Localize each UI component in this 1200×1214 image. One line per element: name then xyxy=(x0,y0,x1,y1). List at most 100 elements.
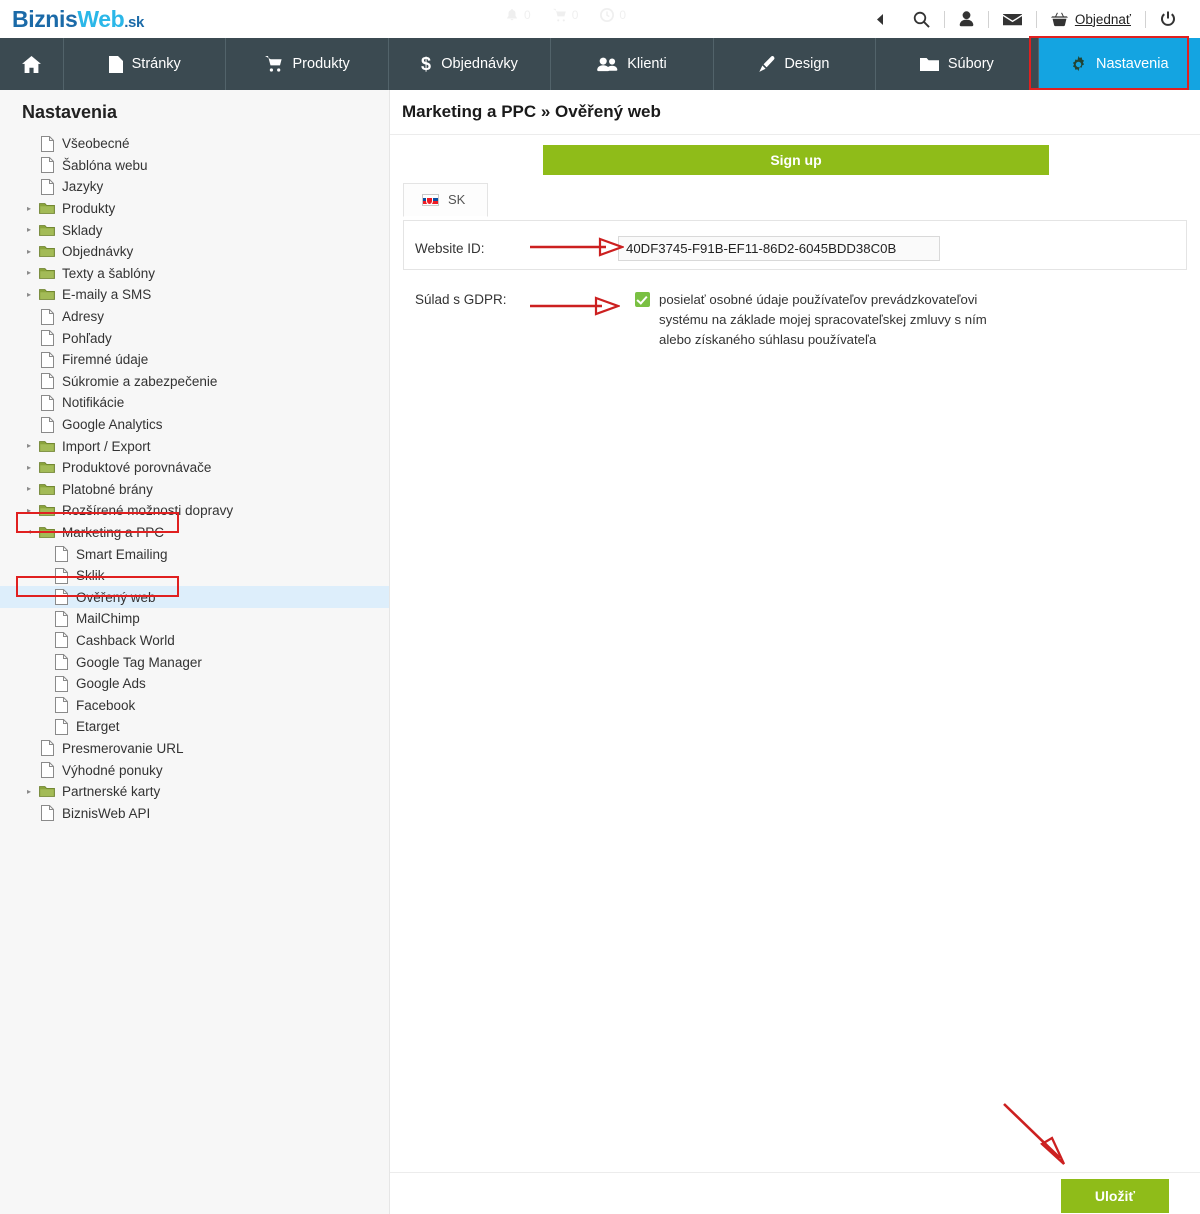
settings-sidebar: Nastavenia Všeobecné Šablóna webu Jazyky ▸ P… xyxy=(0,90,390,1214)
sidebar-item-firemn-daje[interactable]: Firemné údaje xyxy=(0,349,389,371)
sidebar-item-partnersk-karty[interactable]: ▸ Partnerské karty xyxy=(0,781,389,803)
sidebar-item-facebook[interactable]: Facebook xyxy=(0,694,389,716)
sidebar-item-marketing-a-ppc[interactable]: ◂ Marketing a PPC xyxy=(0,522,389,544)
brand-logo[interactable]: BiznisWeb.sk xyxy=(12,6,144,33)
gdpr-body: posielať osobné údaje používateľov prevá… xyxy=(618,290,1019,350)
sidebar-item-mailchimp[interactable]: MailChimp xyxy=(0,608,389,630)
sidebar-item-google-analytics[interactable]: Google Analytics xyxy=(0,414,389,436)
sidebar-item-cashback-world[interactable]: Cashback World xyxy=(0,630,389,652)
sidebar-item-abl-na-webu[interactable]: Šablóna webu xyxy=(0,155,389,177)
brand-logo-part1: Biznis xyxy=(12,5,78,32)
folder-icon xyxy=(36,288,58,301)
caret-right-icon[interactable]: ▸ xyxy=(22,485,36,493)
caret-down-icon[interactable]: ◂ xyxy=(22,528,36,536)
sidebar-item-biznisweb-api[interactable]: BiznisWeb API xyxy=(0,802,389,824)
sidebar-item-adresy[interactable]: Adresy xyxy=(0,306,389,328)
folder-icon xyxy=(36,504,58,517)
folder-icon xyxy=(36,224,58,237)
sidebar-item-sklik[interactable]: Sklik xyxy=(0,565,389,587)
sign-up-button[interactable]: Sign up xyxy=(543,145,1049,175)
sidebar-item-label: Google Tag Manager xyxy=(76,654,202,670)
bell-count: 0 xyxy=(524,8,531,22)
caret-right-icon[interactable]: ▸ xyxy=(22,506,36,515)
sidebar-item-label: Firemné údaje xyxy=(62,352,149,368)
caret-right-icon[interactable]: ▸ xyxy=(22,204,36,213)
sidebar-item-label: Produkty xyxy=(62,201,116,217)
search-icon[interactable] xyxy=(899,0,944,38)
nav-item-produkty[interactable]: Produkty xyxy=(226,38,389,90)
caret-right-icon[interactable]: ▸ xyxy=(22,463,36,472)
tab-sk[interactable]: SK xyxy=(403,183,489,217)
sidebar-item-label: BiznisWeb API xyxy=(62,805,151,821)
sidebar-item-sklady[interactable]: ▸ Sklady xyxy=(0,219,389,241)
sidebar-item-produktov-porovn-va-e[interactable]: ▸ Produktové porovnávače xyxy=(0,457,389,479)
file-icon xyxy=(36,308,58,325)
nav-label: Nastavenia xyxy=(1095,56,1169,72)
sidebar-item-v-eobecn[interactable]: Všeobecné xyxy=(0,133,389,155)
sidebar-item-roz-ren-mo-nosti-dopravy[interactable]: ▸ Rozšírené možnosti dopravy xyxy=(0,500,389,522)
nav-label: Produkty xyxy=(292,56,350,72)
brand-logo-part2: Web xyxy=(77,5,125,32)
sidebar-item-v-hodn-ponuky[interactable]: Výhodné ponuky xyxy=(0,759,389,781)
save-button[interactable]: Uložiť xyxy=(1061,1179,1169,1213)
sidebar-item-google-tag-manager[interactable]: Google Tag Manager xyxy=(0,651,389,673)
nav-item-stranky[interactable]: Stránky xyxy=(64,38,227,90)
sidebar-item-import-export[interactable]: ▸ Import / Export xyxy=(0,435,389,457)
file-icon xyxy=(36,178,58,195)
nav-item-klienti[interactable]: Klienti xyxy=(551,38,714,90)
sidebar-item-smart-emailing[interactable]: Smart Emailing xyxy=(0,543,389,565)
nav-item-objednavky[interactable]: $ Objednávky xyxy=(389,38,552,90)
sidebar-item-jazyky[interactable]: Jazyky xyxy=(0,176,389,198)
sidebar-item-e-maily-a-sms[interactable]: ▸ E-maily a SMS xyxy=(0,284,389,306)
sidebar-item-label: MailChimp xyxy=(76,611,140,627)
sidebar-item-ov-en-web[interactable]: Ověřený web xyxy=(0,586,389,609)
nav-label: Súbory xyxy=(947,56,994,72)
caret-right-icon[interactable]: ▸ xyxy=(22,290,36,299)
sidebar-item-platobn-br-ny[interactable]: ▸ Platobné brány xyxy=(0,479,389,501)
footer-divider xyxy=(390,1172,1200,1173)
sidebar-item-label: Etarget xyxy=(76,719,120,735)
file-icon xyxy=(36,762,58,779)
caret-right-icon[interactable]: ▸ xyxy=(22,226,36,234)
nav-label: Stránky xyxy=(131,56,181,72)
caret-right-icon[interactable]: ▸ xyxy=(22,247,36,256)
nav-item-nastavenia[interactable]: Nastavenia xyxy=(1038,38,1200,90)
title-divider xyxy=(390,134,1200,135)
cart-icon: 0 xyxy=(552,8,578,22)
sidebar-item-etarget[interactable]: Etarget xyxy=(0,716,389,738)
sidebar-title: Nastavenia xyxy=(22,102,118,122)
folder-icon xyxy=(36,483,58,496)
nav-item-home[interactable] xyxy=(0,38,64,90)
gdpr-checkbox[interactable] xyxy=(635,292,650,307)
file-icon xyxy=(50,697,72,714)
website-id-input[interactable] xyxy=(618,236,940,261)
sidebar-item-label: Smart Emailing xyxy=(76,546,168,562)
file-icon xyxy=(36,135,58,152)
power-icon[interactable] xyxy=(1146,0,1190,38)
sidebar-item-s-kromie-a-zabezpe-enie[interactable]: Súkromie a zabezpečenie xyxy=(0,371,389,393)
sidebar-item-produkty[interactable]: ▸ Produkty xyxy=(0,198,389,220)
sidebar-item-objedn-vky[interactable]: ▸ Objednávky xyxy=(0,241,389,263)
sidebar-item-notifik-cie[interactable]: Notifikácie xyxy=(0,392,389,414)
svg-text:$: $ xyxy=(421,55,431,73)
sidebar-item-label: Súkromie a zabezpečenie xyxy=(62,373,218,389)
collapse-panel-button[interactable] xyxy=(862,0,899,38)
order-button[interactable]: Objednať xyxy=(1037,0,1145,38)
sidebar-item-texty-a-abl-ny[interactable]: ▸ Texty a šablóny xyxy=(0,263,389,285)
sidebar-item-presmerovanie-url[interactable]: Presmerovanie URL xyxy=(0,738,389,760)
file-icon xyxy=(50,546,72,563)
folder-icon xyxy=(36,785,58,798)
nav-item-design[interactable]: Design xyxy=(714,38,877,90)
caret-right-icon[interactable]: ▸ xyxy=(22,787,36,796)
user-icon[interactable] xyxy=(945,0,988,38)
caret-right-icon[interactable]: ▸ xyxy=(22,442,36,450)
caret-right-icon[interactable]: ▸ xyxy=(22,269,36,277)
mail-icon[interactable] xyxy=(989,0,1036,38)
sidebar-item-label: Rozšírené možnosti dopravy xyxy=(62,503,234,519)
sidebar-item-poh-ady[interactable]: Pohľady xyxy=(0,327,389,349)
file-icon xyxy=(50,632,72,649)
nav-item-subory[interactable]: Súbory xyxy=(876,38,1039,90)
sidebar-item-google-ads[interactable]: Google Ads xyxy=(0,673,389,695)
sidebar-item-label: Jazyky xyxy=(62,179,104,195)
sidebar-item-label: Všeobecné xyxy=(62,136,130,152)
